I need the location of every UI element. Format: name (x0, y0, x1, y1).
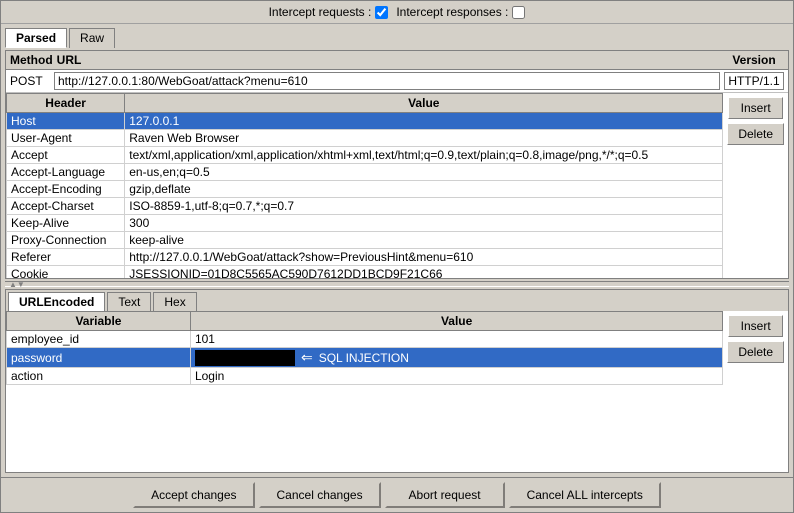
params-side-buttons: Insert Delete (723, 311, 788, 472)
param-variable-cell: password (7, 348, 191, 368)
headers-section: Header Value Host127.0.0.1User-AgentRave… (6, 93, 788, 278)
table-row[interactable]: Keep-Alive300 (7, 215, 723, 232)
bottom-bar: Accept changes Cancel changes Abort requ… (1, 477, 793, 512)
header-value-cell: Raven Web Browser (125, 130, 723, 147)
top-bar: Intercept requests : Intercept responses… (1, 1, 793, 24)
params-table: Variable Value employee_id101password ⇐ SQ… (6, 311, 723, 385)
header-name-cell: Host (7, 113, 125, 130)
cancel-changes-button[interactable]: Cancel changes (259, 482, 381, 508)
header-name-cell: Accept-Language (7, 164, 125, 181)
header-value-cell: 127.0.0.1 (125, 113, 723, 130)
sql-password-box (195, 350, 295, 366)
url-col-header: URL (57, 53, 720, 67)
resize-handle[interactable]: ▲▼ (5, 281, 789, 287)
params-insert-button[interactable]: Insert (728, 315, 783, 337)
upper-panel: Method URL Version POST HTTP/1.1 Header (5, 50, 789, 279)
header-col-th: Header (7, 94, 125, 113)
table-row[interactable]: Accept-Encodinggzip,deflate (7, 181, 723, 198)
abort-request-button[interactable]: Abort request (385, 482, 505, 508)
intercept-requests-checkbox[interactable] (375, 6, 388, 19)
table-row[interactable]: User-AgentRaven Web Browser (7, 130, 723, 147)
version-value: HTTP/1.1 (724, 72, 784, 90)
column-header-row: Method URL Version (6, 51, 788, 70)
cancel-all-intercepts-button[interactable]: Cancel ALL intercepts (509, 482, 661, 508)
param-value-cell: Login (190, 368, 722, 385)
header-name-cell: User-Agent (7, 130, 125, 147)
header-name-cell: Proxy-Connection (7, 232, 125, 249)
sql-arrow-icon: ⇐ (301, 349, 313, 366)
intercept-responses-text: Intercept responses : (396, 5, 508, 19)
header-name-cell: Keep-Alive (7, 215, 125, 232)
table-row[interactable]: CookieJSESSIONID=01D8C5565AC590D7612DD1B… (7, 266, 723, 279)
param-variable-cell: action (7, 368, 191, 385)
tab-parsed[interactable]: Parsed (5, 28, 67, 48)
table-row[interactable]: Proxy-Connectionkeep-alive (7, 232, 723, 249)
headers-delete-button[interactable]: Delete (727, 123, 784, 145)
headers-table: Header Value Host127.0.0.1User-AgentRave… (6, 93, 723, 278)
request-data-row: POST HTTP/1.1 (6, 70, 788, 93)
header-value-cell: keep-alive (125, 232, 723, 249)
table-row[interactable]: Accept-CharsetISO-8859-1,utf-8;q=0.7,*;q… (7, 198, 723, 215)
version-col-header: Version (724, 53, 784, 67)
table-row[interactable]: employee_id101 (7, 331, 723, 348)
variable-col-th: Variable (7, 312, 191, 331)
param-value-cell: ⇐ SQL INJECTION (190, 348, 722, 368)
tab-urlencoded[interactable]: URLEncoded (8, 292, 105, 311)
table-row[interactable]: password ⇐ SQL INJECTION (7, 348, 723, 368)
main-container: Intercept requests : Intercept responses… (0, 0, 794, 513)
lower-table-wrapper: Variable Value employee_id101password ⇐ SQ… (6, 311, 723, 472)
tab-hex[interactable]: Hex (153, 292, 196, 311)
tab-raw[interactable]: Raw (69, 28, 115, 48)
table-row[interactable]: Accepttext/xml,application/xml,applicati… (7, 147, 723, 164)
header-name-cell: Referer (7, 249, 125, 266)
header-side-buttons: Insert Delete (723, 93, 788, 278)
accept-changes-button[interactable]: Accept changes (133, 482, 254, 508)
header-name-cell: Accept-Encoding (7, 181, 125, 198)
value-col-th2: Value (190, 312, 722, 331)
method-col-header: Method (10, 53, 53, 67)
method-value: POST (10, 74, 50, 88)
lower-sections: Variable Value employee_id101password ⇐ SQ… (6, 311, 788, 472)
table-row[interactable]: Accept-Languageen-us,en;q=0.5 (7, 164, 723, 181)
table-row[interactable]: Refererhttp://127.0.0.1/WebGoat/attack?s… (7, 249, 723, 266)
header-value-cell: 300 (125, 215, 723, 232)
lower-panel: URLEncoded Text Hex Variable Value (5, 289, 789, 473)
intercept-requests-label: Intercept requests : (269, 5, 389, 19)
header-value-cell: ISO-8859-1,utf-8;q=0.7,*;q=0.7 (125, 198, 723, 215)
intercept-responses-checkbox[interactable] (512, 6, 525, 19)
content-area: Parsed Raw Method URL Version POST HTTP/… (1, 24, 793, 477)
value-col-th: Value (125, 94, 723, 113)
lower-tab-bar: URLEncoded Text Hex (6, 290, 788, 311)
lower-content: Variable Value employee_id101password ⇐ SQ… (6, 311, 788, 472)
intercept-requests-text: Intercept requests : (269, 5, 372, 19)
table-row[interactable]: actionLogin (7, 368, 723, 385)
header-value-cell: JSESSIONID=01D8C5565AC590D7612DD1BCD9F21… (125, 266, 723, 279)
header-value-cell: en-us,en;q=0.5 (125, 164, 723, 181)
sql-injection-label: SQL INJECTION (319, 351, 409, 365)
url-input[interactable] (54, 72, 720, 90)
tab-text[interactable]: Text (107, 292, 151, 311)
param-value-cell: 101 (190, 331, 722, 348)
intercept-responses-label: Intercept responses : (396, 5, 525, 19)
header-value-cell: text/xml,application/xml,application/xht… (125, 147, 723, 164)
header-name-cell: Cookie (7, 266, 125, 279)
headers-table-wrapper: Header Value Host127.0.0.1User-AgentRave… (6, 93, 723, 278)
tab-bar: Parsed Raw (5, 28, 789, 48)
header-value-cell: gzip,deflate (125, 181, 723, 198)
headers-insert-button[interactable]: Insert (728, 97, 783, 119)
params-delete-button[interactable]: Delete (727, 341, 784, 363)
param-variable-cell: employee_id (7, 331, 191, 348)
table-row[interactable]: Host127.0.0.1 (7, 113, 723, 130)
header-value-cell: http://127.0.0.1/WebGoat/attack?show=Pre… (125, 249, 723, 266)
header-name-cell: Accept (7, 147, 125, 164)
header-name-cell: Accept-Charset (7, 198, 125, 215)
resize-dots: ▲▼ (5, 280, 25, 289)
